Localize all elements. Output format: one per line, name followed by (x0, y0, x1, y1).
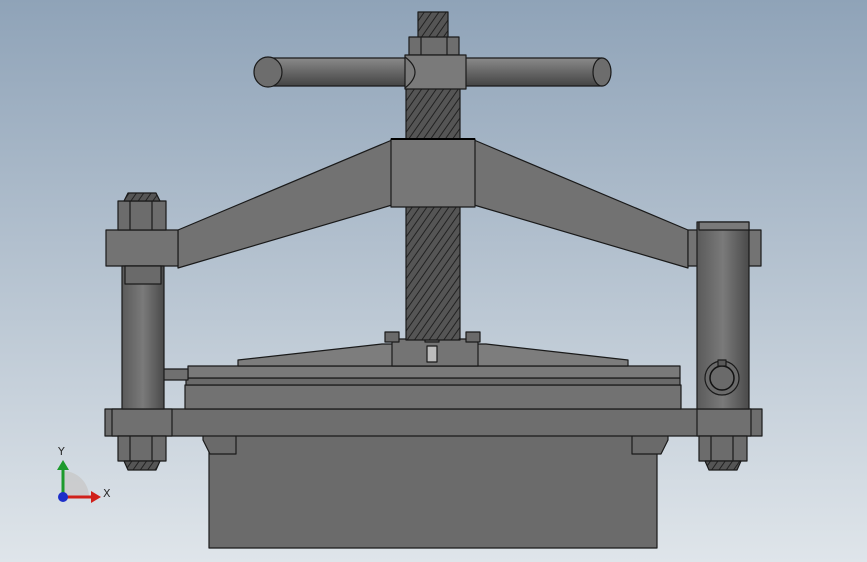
lead-screw-tip[interactable] (417, 11, 449, 41)
boss-bolt-right[interactable] (465, 331, 481, 343)
left-post-collar[interactable] (124, 265, 162, 285)
triad-x-label: X (103, 487, 111, 500)
right-bottom-nut[interactable] (698, 435, 748, 462)
bottom-clamp-boss-right[interactable] (696, 408, 752, 437)
lid-seal-ring[interactable] (185, 377, 681, 386)
t-handle-hub[interactable] (404, 54, 467, 90)
top-hex-nut[interactable] (408, 36, 460, 56)
left-bottom-nut[interactable] (117, 435, 167, 462)
lid-flange[interactable] (184, 384, 682, 410)
left-bottom-nut-thread (123, 460, 161, 471)
triad-y-label: Y (57, 445, 65, 458)
lid-top-plate[interactable] (187, 365, 681, 379)
left-yoke-end[interactable] (105, 229, 179, 267)
center-boss-slot[interactable] (426, 345, 438, 363)
right-bottom-nut-thread (704, 460, 742, 471)
yoke-hub[interactable] (390, 138, 476, 208)
left-top-nut[interactable] (117, 200, 167, 231)
3d-graphics-viewport[interactable]: Y X (0, 0, 867, 562)
triad-z-axis (58, 492, 68, 502)
t-handle-knob-right[interactable] (592, 57, 612, 87)
left-top-nut-thread (123, 192, 161, 202)
bottom-clamp-bar[interactable] (104, 408, 763, 437)
t-handle-knob-left[interactable] (253, 56, 283, 88)
lead-screw[interactable] (405, 83, 461, 341)
bottom-clamp-boss-left[interactable] (111, 408, 173, 437)
cad-scene[interactable]: Y X (0, 0, 867, 562)
left-swing-bolt[interactable] (121, 265, 165, 410)
boss-bolt-left[interactable] (384, 331, 400, 343)
right-hinge-cap[interactable] (698, 221, 750, 231)
